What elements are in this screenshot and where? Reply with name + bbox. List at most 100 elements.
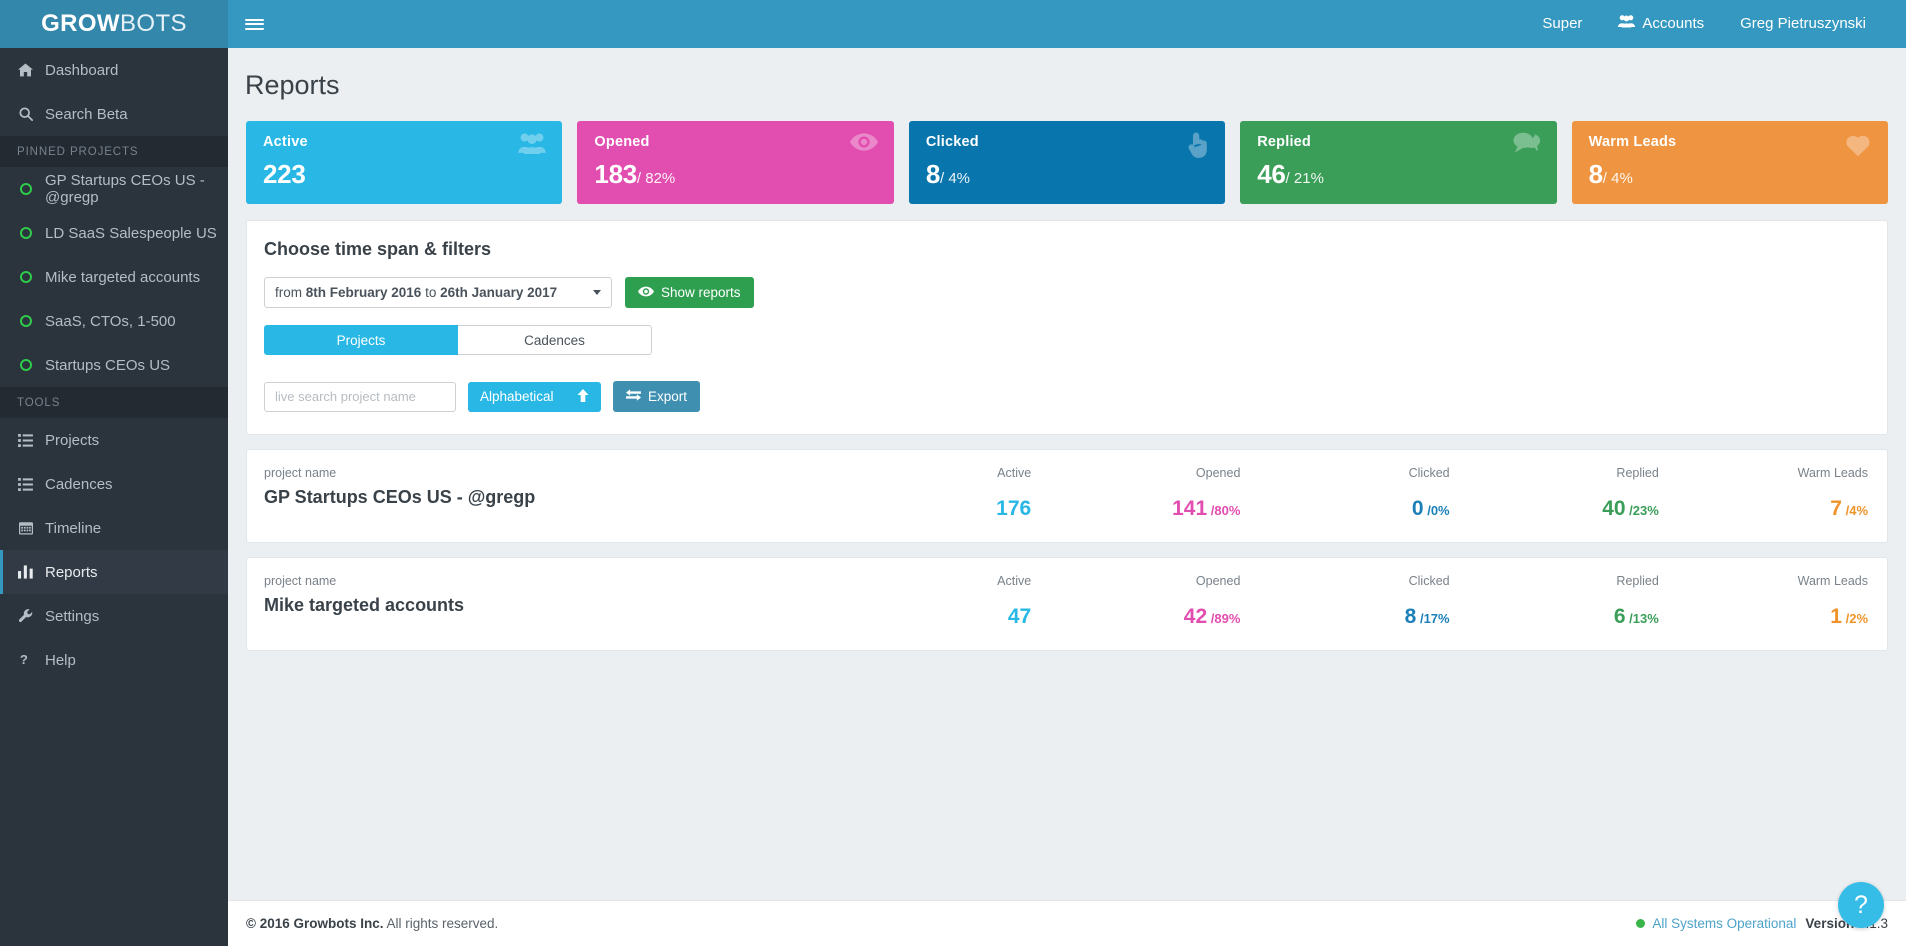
kpi-card-row: Active 223 Opened 183/ 82% Clicked 8/ 4%… [228,101,1906,204]
kpi-card-active[interactable]: Active 223 [246,121,562,204]
metric-warm-leads: Warm Leads 1 /2% [1661,558,1870,650]
topnav-item-accounts[interactable]: Accounts [1600,0,1722,48]
filter-row-daterange: from 8th February 2016 to 26th January 2… [264,277,1870,308]
metric-pct-opened: /89% [1211,611,1241,626]
home-icon [17,63,34,77]
report-row-name-cell: project name GP Startups CEOs US - @greg… [264,450,824,542]
metric-clicked: Clicked 0 /0% [1242,450,1451,542]
sidebar-section-pinned-projects: PINNED PROJECTS [0,136,228,167]
metric-header-active: Active [824,466,1031,480]
sidebar-label-pinned-1: LD SaaS Salespeople US [45,225,217,242]
date-range-to: 26th January 2017 [440,285,557,300]
table-row[interactable]: project name GP Startups CEOs US - @greg… [246,449,1888,543]
kpi-value-replied: 46 [1257,159,1285,189]
main-content: Reports Active 223 Opened 183/ 82% Click… [228,48,1906,946]
sidebar-item-dashboard[interactable]: Dashboard [0,48,228,92]
sidebar-item-pinned-1[interactable]: LD SaaS Salespeople US [0,211,228,255]
status-circle-icon [17,183,34,195]
metric-pct-replied: /23% [1629,503,1659,518]
metric-replied: Replied 40 /23% [1452,450,1661,542]
project-name-caption: project name [264,574,824,588]
export-button[interactable]: Export [613,381,700,412]
sidebar-item-cadences[interactable]: Cadences [0,462,228,506]
filter-panel-title: Choose time span & filters [264,239,1870,260]
metric-value-replied: 40 [1602,497,1625,520]
topnav-item-super[interactable]: Super [1524,0,1600,48]
metric-warm-leads: Warm Leads 7 /4% [1661,450,1870,542]
sidebar-item-reports[interactable]: Reports [0,550,228,594]
sidebar-label-projects: Projects [45,432,99,449]
date-range-mid: to [421,285,440,300]
question-mark-icon: ? [1854,891,1868,920]
sidebar-item-help[interactable]: ? Help [0,638,228,682]
metric-active: Active 47 [824,558,1033,650]
sidebar-item-timeline[interactable]: Timeline [0,506,228,550]
list-icon [17,478,34,491]
metric-value-warm-leads: 7 [1830,497,1842,520]
sidebar-toggle-button[interactable] [228,0,280,48]
sidebar-label-settings: Settings [45,608,99,625]
sidebar-item-pinned-0[interactable]: GP Startups CEOs US - @gregp [0,167,228,211]
hand-pointer-icon [1187,132,1209,158]
kpi-card-clicked[interactable]: Clicked 8/ 4% [909,121,1225,204]
question-icon: ? [17,653,34,667]
filter-type-toggle: Projects Cadences [264,325,1870,355]
metric-header-opened: Opened [1033,574,1240,588]
kpi-card-warm-leads[interactable]: Warm Leads 8/ 4% [1572,121,1888,204]
brand-logo[interactable]: GROWBOTS [0,0,228,48]
sidebar-item-settings[interactable]: Settings [0,594,228,638]
table-row[interactable]: project name Mike targeted accounts Acti… [246,557,1888,651]
metric-header-opened: Opened [1033,466,1240,480]
exchange-icon [626,389,641,404]
kpi-card-opened[interactable]: Opened 183/ 82% [577,121,893,204]
footer-copyright-rest: All rights reserved. [384,916,499,931]
toggle-cadences[interactable]: Cadences [458,325,652,355]
metric-pct-clicked: /0% [1427,503,1449,518]
project-name-value: Mike targeted accounts [264,595,824,616]
date-range-select[interactable]: from 8th February 2016 to 26th January 2… [264,277,612,308]
project-name-caption: project name [264,466,824,480]
metric-header-clicked: Clicked [1242,574,1449,588]
kpi-value-clicked: 8 [926,159,940,189]
metric-value-active: 176 [996,497,1031,520]
metric-pct-replied: /13% [1629,611,1659,626]
svg-text:?: ? [20,653,28,667]
search-input[interactable] [264,382,456,412]
metric-pct-clicked: /17% [1420,611,1450,626]
sidebar-item-search-beta[interactable]: Search Beta [0,92,228,136]
sort-label: Alphabetical [480,389,554,404]
sidebar-item-pinned-2[interactable]: Mike targeted accounts [0,255,228,299]
metric-active: Active 176 [824,450,1033,542]
topnav-item-user[interactable]: Greg Pietruszynski [1722,0,1884,48]
eye-icon [850,132,878,152]
users-icon [1618,0,1635,48]
brand-logo-light: BOTS [120,10,187,38]
kpi-pct-replied: / 21% [1286,170,1324,187]
sidebar-item-pinned-3[interactable]: SaaS, CTOs, 1-500 [0,299,228,343]
toggle-projects[interactable]: Projects [264,325,458,355]
kpi-label-warm-leads: Warm Leads [1589,134,1871,150]
chevron-down-icon [593,290,601,295]
kpi-card-replied[interactable]: Replied 46/ 21% [1240,121,1556,204]
topnav-label-user: Greg Pietruszynski [1740,0,1866,48]
report-row-name-cell: project name Mike targeted accounts [264,558,824,650]
system-status-link[interactable]: All Systems Operational [1636,916,1796,931]
status-circle-icon [17,271,34,283]
wrench-icon [17,609,34,623]
search-icon [17,107,34,121]
show-reports-button[interactable]: Show reports [625,277,754,308]
sidebar-item-pinned-4[interactable]: Startups CEOs US [0,343,228,387]
sidebar-label-search-beta: Search Beta [45,106,128,123]
metric-value-clicked: 0 [1412,497,1424,520]
top-navigation: Super Accounts Greg Pietruszynski [1524,0,1906,48]
date-range-prefix: from [275,285,306,300]
kpi-pct-warm-leads: / 4% [1603,170,1633,187]
sidebar-item-projects[interactable]: Projects [0,418,228,462]
metric-header-replied: Replied [1452,574,1659,588]
project-name-value: GP Startups CEOs US - @gregp [264,487,824,508]
report-row-metrics: Active 47 Opened 42 /89% Clicked 8 /17% … [824,558,1870,650]
help-fab-button[interactable]: ? [1838,882,1884,928]
kpi-value-active: 223 [263,159,305,189]
metric-replied: Replied 6 /13% [1452,558,1661,650]
sort-button[interactable]: Alphabetical [468,382,601,412]
